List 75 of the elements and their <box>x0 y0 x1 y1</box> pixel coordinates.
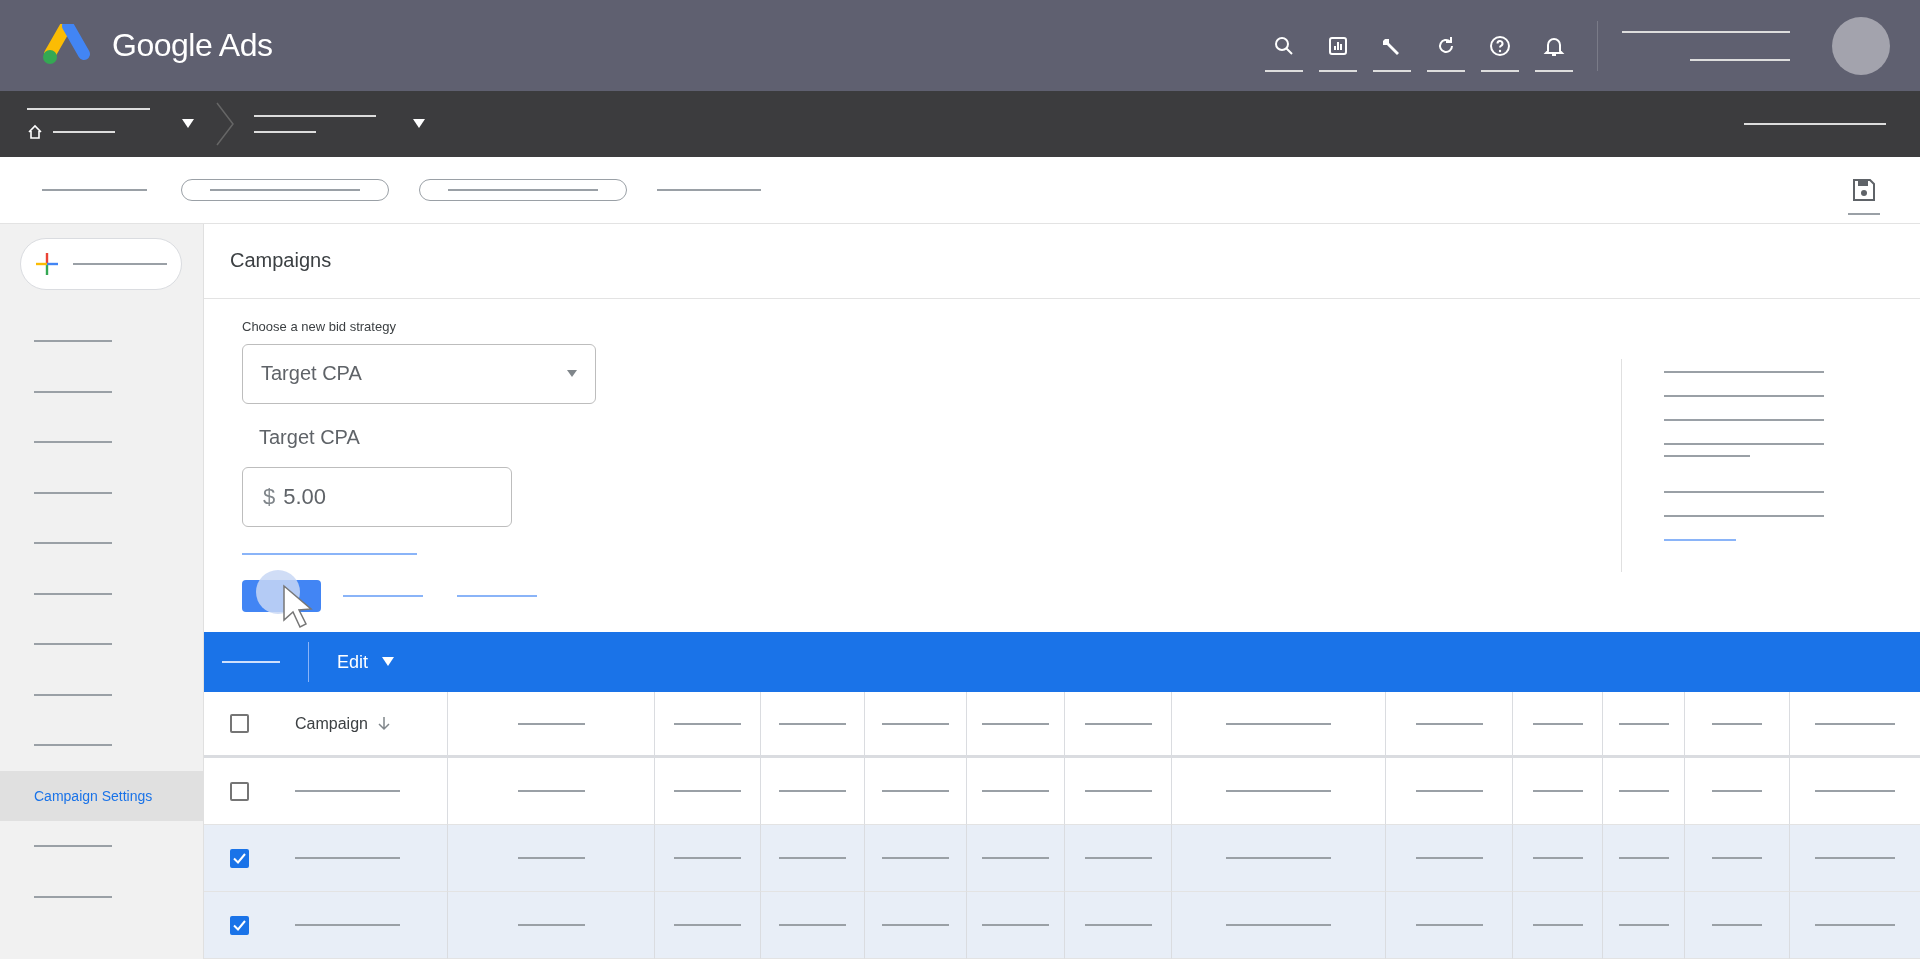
help-icon[interactable] <box>1488 33 1512 58</box>
app-name: Google Ads <box>112 27 273 64</box>
save-icon[interactable] <box>1851 177 1877 203</box>
placeholder-line <box>1481 69 1519 72</box>
placeholder-line <box>779 857 846 859</box>
placeholder-line <box>1427 69 1465 72</box>
placeholder-line <box>982 924 1049 926</box>
sidebar-item[interactable]: Campaign Settings <box>0 770 203 821</box>
placeholder-line <box>1618 857 1669 859</box>
placeholder-line <box>1532 790 1583 792</box>
placeholder-line <box>1618 924 1669 926</box>
placeholder-line <box>1618 790 1669 792</box>
placeholder-line <box>1532 722 1583 725</box>
checkbox[interactable] <box>230 915 249 935</box>
plus-icon <box>35 252 59 276</box>
placeholder-line <box>982 790 1049 792</box>
placeholder-line <box>517 722 585 725</box>
bid-strategy-select[interactable]: Target CPA <box>242 343 596 404</box>
placeholder-line <box>882 924 949 926</box>
placeholder-line <box>982 722 1049 725</box>
placeholder-line <box>1084 722 1152 725</box>
placeholder-line <box>1415 924 1483 926</box>
placeholder-line <box>779 722 846 725</box>
checkbox[interactable] <box>230 781 249 801</box>
chevron-icon <box>216 102 234 146</box>
placeholder-line <box>674 790 741 792</box>
placeholder-line <box>882 790 949 792</box>
placeholder-line <box>517 857 585 859</box>
placeholder-line <box>1415 790 1483 792</box>
placeholder-line <box>779 790 846 792</box>
placeholder-line <box>882 722 949 725</box>
placeholder-line <box>1712 857 1762 859</box>
placeholder-line <box>674 857 741 859</box>
field-label: Target CPA <box>259 425 361 449</box>
placeholder-line <box>1712 924 1762 926</box>
placeholder-line <box>1535 69 1573 72</box>
placeholder-line <box>517 924 585 926</box>
placeholder-line <box>1265 69 1303 72</box>
placeholder-line <box>982 857 1049 859</box>
placeholder-line <box>882 857 949 859</box>
placeholder-line <box>1084 857 1152 859</box>
placeholder-line <box>517 790 585 792</box>
placeholder-line <box>779 924 846 926</box>
placeholder-line <box>222 661 280 663</box>
placeholder-line <box>1532 857 1583 859</box>
target-cpa-input[interactable]: $ 5.00 <box>242 466 512 527</box>
caret-icon <box>567 370 577 378</box>
page-title: Campaigns <box>230 249 332 273</box>
placeholder-line <box>1618 722 1669 725</box>
placeholder-line <box>1848 213 1880 215</box>
new-button[interactable] <box>20 238 182 290</box>
placeholder-line <box>674 924 741 926</box>
placeholder-line <box>1664 538 1736 541</box>
sort-arrow-icon[interactable] <box>377 716 390 731</box>
placeholder-line <box>1415 857 1483 859</box>
checkbox[interactable] <box>230 848 249 868</box>
placeholder-line <box>53 131 115 133</box>
placeholder-line <box>254 131 316 133</box>
field-label: Choose a new bid strategy <box>242 318 397 334</box>
caret-icon[interactable] <box>413 119 425 129</box>
placeholder-line <box>674 722 741 725</box>
placeholder-line <box>1532 924 1583 926</box>
checkbox[interactable] <box>230 714 249 733</box>
edit-menu[interactable]: Edit <box>337 651 395 673</box>
column-header[interactable]: Campaign <box>295 714 368 733</box>
placeholder-line <box>1415 722 1483 725</box>
placeholder-line <box>1373 69 1411 72</box>
caret-icon <box>382 657 395 667</box>
placeholder-line <box>1712 722 1762 725</box>
placeholder-line <box>1084 924 1152 926</box>
placeholder-line <box>1084 790 1152 792</box>
home-icon[interactable] <box>27 124 43 140</box>
placeholder-line <box>1712 790 1762 792</box>
caret-icon[interactable] <box>182 119 194 129</box>
placeholder-line <box>1319 69 1357 72</box>
